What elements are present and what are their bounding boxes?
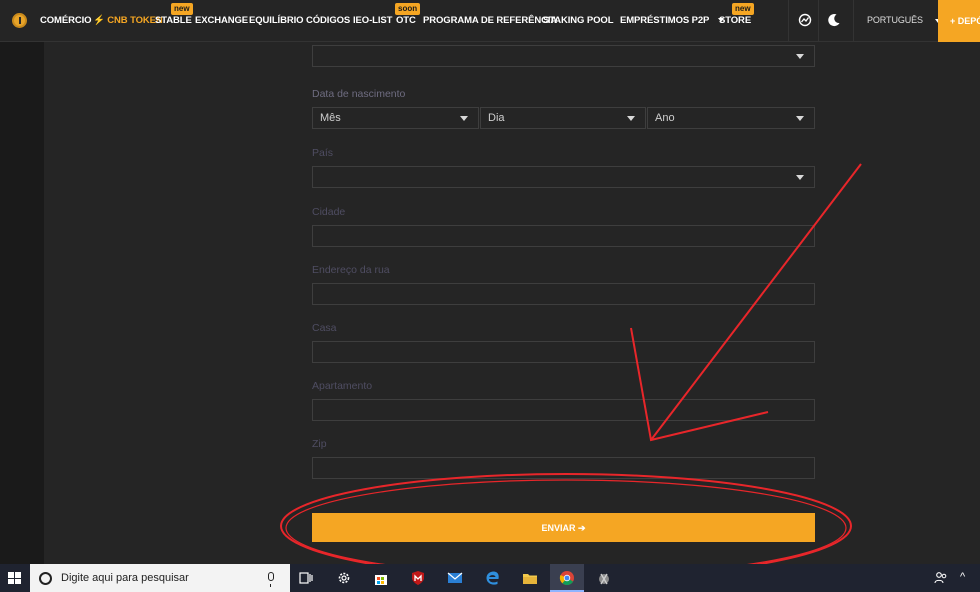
microphone-icon[interactable] [268, 572, 274, 587]
store-bag-icon[interactable] [373, 570, 389, 586]
apartment-label: Apartamento [312, 380, 373, 392]
nav-divider [853, 0, 854, 42]
nav-item-equilibrio[interactable]: EQUILÍBRIO [249, 15, 304, 26]
mail-icon[interactable] [447, 570, 463, 586]
left-gutter [0, 42, 44, 564]
day-select[interactable]: Dia [480, 107, 646, 129]
apartment-input[interactable] [312, 399, 815, 421]
soon-badge: soon [395, 3, 421, 15]
nav-item-p2p-loans[interactable]: EMPRÉSTIMOS P2P [620, 15, 725, 26]
windows-taskbar: Digite aqui para pesquisar ^ [0, 564, 980, 592]
nav-item-store[interactable]: STORE [719, 15, 751, 26]
file-explorer-icon[interactable] [522, 570, 538, 586]
nav-item-cnb-token[interactable]: ⚡ CNB TOKEN [93, 15, 163, 26]
submit-button[interactable]: ENVIAR ➔ [312, 513, 815, 542]
year-select[interactable]: Ano [647, 107, 815, 129]
top-navigation: COMÉRCIO ⚡ CNB TOKEN STABLE new EXCHANGE… [0, 0, 980, 42]
chevron-down-icon [460, 116, 468, 121]
nav-item-exchange[interactable]: EXCHANGE [195, 15, 248, 26]
month-select[interactable]: Mês [312, 107, 479, 129]
country-select[interactable] [312, 166, 815, 188]
street-label: Endereço da rua [312, 264, 390, 276]
nav-item-p2p-label: EMPRÉSTIMOS P2P [620, 15, 710, 26]
windows-logo-icon [8, 572, 21, 584]
cortana-icon [39, 572, 52, 585]
nav-divider [818, 0, 819, 42]
city-input[interactable] [312, 225, 815, 247]
nav-divider [788, 0, 789, 42]
zip-label: Zip [312, 438, 327, 450]
new-badge: new [171, 3, 193, 15]
moon-icon[interactable] [827, 13, 841, 27]
chevron-down-icon [796, 116, 804, 121]
chevron-down-icon [796, 54, 804, 59]
chart-gauge-icon[interactable] [798, 13, 812, 27]
task-view-icon[interactable] [298, 570, 314, 586]
nav-item-codigos[interactable]: CÓDIGOS [306, 15, 350, 26]
pinned-app-icon[interactable] [596, 570, 612, 586]
start-button[interactable] [0, 564, 30, 592]
day-value: Dia [488, 112, 505, 124]
edge-browser-icon[interactable] [485, 570, 501, 586]
chevron-down-icon [796, 175, 804, 180]
nav-item-ieo-list[interactable]: IEO-LIST [353, 15, 392, 26]
nav-item-referral[interactable]: PROGRAMA DE REFERÊNCIA [423, 15, 557, 26]
settings-gear-icon[interactable] [336, 570, 352, 586]
chrome-icon[interactable] [559, 570, 575, 586]
deposit-button[interactable]: + DEPÓ [938, 0, 980, 42]
country-label: País [312, 147, 334, 159]
nav-item-comercio[interactable]: COMÉRCIO [40, 15, 92, 26]
nav-item-staking-pool[interactable]: STAKING POOL [543, 15, 614, 26]
zip-input[interactable] [312, 457, 815, 479]
house-label: Casa [312, 322, 337, 334]
taskbar-search-placeholder: Digite aqui para pesquisar [61, 572, 189, 584]
people-icon[interactable] [934, 571, 948, 585]
year-value: Ano [655, 112, 675, 124]
mcafee-shield-icon[interactable] [410, 570, 426, 586]
birthdate-label: Data de nascimento [312, 88, 406, 100]
language-label: PORTUGUÊS [867, 15, 923, 25]
gender-select[interactable] [312, 45, 815, 67]
logo-icon[interactable] [12, 13, 27, 28]
house-input[interactable] [312, 341, 815, 363]
taskbar-search[interactable]: Digite aqui para pesquisar [30, 564, 290, 592]
month-value: Mês [320, 112, 341, 124]
chevron-down-icon [627, 116, 635, 121]
nav-item-otc[interactable]: OTC [396, 15, 416, 26]
street-input[interactable] [312, 283, 815, 305]
nav-item-stable[interactable]: STABLE [155, 15, 192, 26]
new-badge: new [732, 3, 754, 15]
tray-chevron-icon[interactable]: ^ [960, 571, 965, 583]
language-selector[interactable]: PORTUGUÊS [867, 15, 941, 25]
city-label: Cidade [312, 206, 346, 218]
